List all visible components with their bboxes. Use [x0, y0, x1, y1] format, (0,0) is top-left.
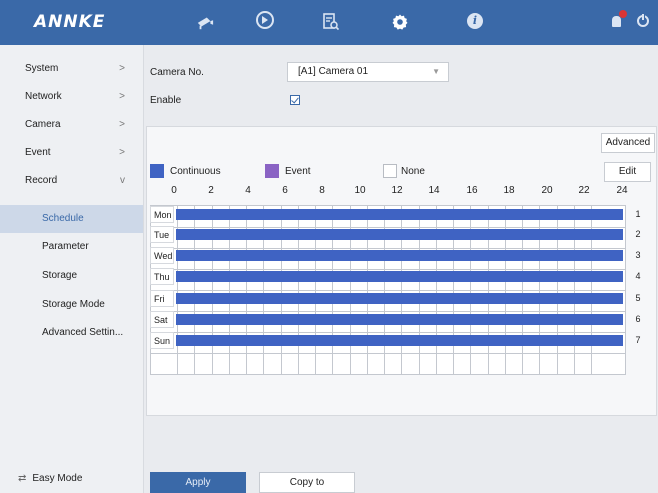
- sidebar-item-label: Record: [25, 175, 58, 186]
- brand-logo: ANNKE: [34, 12, 106, 32]
- continuous-record-bar[interactable]: [176, 314, 623, 325]
- sidebar-item-label: Network: [25, 91, 62, 102]
- alarm-indicator: [619, 10, 627, 18]
- row-number: 7: [635, 335, 641, 345]
- grid-line: [151, 353, 625, 354]
- day-label: Sun: [150, 332, 174, 349]
- hour-label: 14: [428, 185, 440, 196]
- sidebar-item-label: System: [25, 63, 59, 74]
- row-number: 3: [635, 250, 641, 260]
- settings-icon[interactable]: [391, 13, 409, 31]
- row-number: 6: [635, 314, 641, 324]
- hour-label: 22: [578, 185, 590, 196]
- chevron-right-icon: >: [119, 91, 125, 102]
- sidebar-item-parameter[interactable]: Parameter: [0, 233, 143, 261]
- sidebar-item-schedule[interactable]: Schedule: [0, 205, 143, 233]
- advanced-button[interactable]: Advanced: [601, 133, 655, 153]
- info-icon[interactable]: i: [467, 13, 483, 29]
- schedule-row-thu[interactable]: Thu 4: [144, 268, 654, 285]
- main-content: Camera No. [A1] Camera 01 ▼ Enable Advan…: [144, 45, 658, 493]
- chevron-down-icon: v: [120, 175, 125, 186]
- sidebar-item-network[interactable]: Network >: [0, 83, 143, 111]
- sidebar-item-event[interactable]: Event >: [0, 139, 143, 167]
- sidebar-item-label: Event: [25, 147, 51, 158]
- row-number: 5: [635, 293, 641, 303]
- legend-event-label: Event: [285, 166, 311, 177]
- chevron-down-icon: ▼: [432, 67, 440, 76]
- search-icon[interactable]: [322, 13, 340, 31]
- hour-label: 24: [616, 185, 628, 196]
- hour-label: 6: [282, 185, 288, 196]
- continuous-record-bar[interactable]: [176, 335, 623, 346]
- sidebar-item-label: Camera: [25, 119, 61, 130]
- legend-event-swatch[interactable]: [265, 164, 279, 178]
- hour-label: 0: [171, 185, 177, 196]
- hour-label: 12: [391, 185, 403, 196]
- chevron-right-icon: >: [119, 63, 125, 74]
- schedule-row-mon[interactable]: Mon 1: [144, 206, 654, 223]
- day-label: Sat: [150, 311, 174, 328]
- sidebar-item-storage-mode[interactable]: Storage Mode: [0, 291, 143, 319]
- day-label: Fri: [150, 290, 174, 307]
- hour-label: 20: [541, 185, 553, 196]
- chevron-right-icon: >: [119, 119, 125, 130]
- sidebar-item-camera[interactable]: Camera >: [0, 111, 143, 139]
- power-icon[interactable]: [637, 13, 649, 27]
- camera-no-label: Camera No.: [150, 67, 204, 78]
- continuous-record-bar[interactable]: [176, 293, 623, 304]
- edit-button[interactable]: Edit: [604, 162, 651, 182]
- playback-icon[interactable]: [256, 11, 274, 29]
- top-bar: ANNKE i: [0, 0, 658, 45]
- easy-mode-link[interactable]: ⇄ Easy Mode: [18, 473, 82, 484]
- hour-label: 4: [245, 185, 251, 196]
- continuous-record-bar[interactable]: [176, 250, 623, 261]
- row-number: 1: [635, 209, 641, 219]
- schedule-row-sun[interactable]: Sun 7: [144, 332, 654, 349]
- apply-button[interactable]: Apply: [150, 472, 246, 493]
- schedule-row-wed[interactable]: Wed 3: [144, 247, 654, 264]
- continuous-record-bar[interactable]: [176, 229, 623, 240]
- camera-select-value: [A1] Camera 01: [298, 66, 369, 77]
- copy-to-button[interactable]: Copy to: [259, 472, 355, 493]
- schedule-row-fri[interactable]: Fri 5: [144, 290, 654, 307]
- sidebar-item-label: Schedule: [42, 213, 84, 224]
- swap-icon: ⇄: [18, 473, 27, 484]
- legend-none-swatch[interactable]: [383, 164, 397, 178]
- chevron-right-icon: >: [119, 147, 125, 158]
- day-label: Thu: [150, 268, 174, 285]
- sidebar-item-system[interactable]: System >: [0, 55, 143, 83]
- legend-continuous-swatch[interactable]: [150, 164, 164, 178]
- camera-icon[interactable]: [196, 13, 214, 31]
- camera-select[interactable]: [A1] Camera 01 ▼: [287, 62, 449, 82]
- row-number: 2: [635, 229, 641, 239]
- sidebar-item-storage[interactable]: Storage: [0, 262, 143, 290]
- hour-label: 18: [503, 185, 515, 196]
- sidebar-item-label: Parameter: [42, 241, 89, 252]
- schedule-row-tue[interactable]: Tue 2: [144, 226, 654, 243]
- sidebar-item-label: Storage: [42, 270, 78, 281]
- easy-mode-label: Easy Mode: [32, 473, 83, 484]
- schedule-row-sat[interactable]: Sat 6: [144, 311, 654, 328]
- sidebar-item-label: Storage Mode: [42, 299, 105, 310]
- day-label: Wed: [150, 247, 174, 264]
- grid-line: [151, 374, 625, 375]
- day-label: Mon: [150, 206, 174, 223]
- enable-checkbox[interactable]: [290, 95, 300, 105]
- row-number: 4: [635, 271, 641, 281]
- hour-label: 2: [208, 185, 214, 196]
- legend-none-label: None: [401, 166, 425, 177]
- alarm-bell-icon[interactable]: [612, 16, 621, 27]
- hour-label: 10: [354, 185, 366, 196]
- sidebar-item-advanced-settings[interactable]: Advanced Settin...: [0, 319, 143, 347]
- hour-label: 8: [319, 185, 325, 196]
- hour-label: 16: [466, 185, 478, 196]
- sidebar-item-label: Advanced Settin...: [42, 327, 124, 338]
- legend-continuous-label: Continuous: [170, 166, 221, 177]
- enable-label: Enable: [150, 95, 182, 106]
- sidebar: System > Network > Camera > Event > Reco…: [0, 45, 144, 493]
- continuous-record-bar[interactable]: [176, 271, 623, 282]
- sidebar-item-record[interactable]: Record v: [0, 167, 143, 195]
- day-label: Tue: [150, 226, 174, 243]
- continuous-record-bar[interactable]: [176, 209, 623, 220]
